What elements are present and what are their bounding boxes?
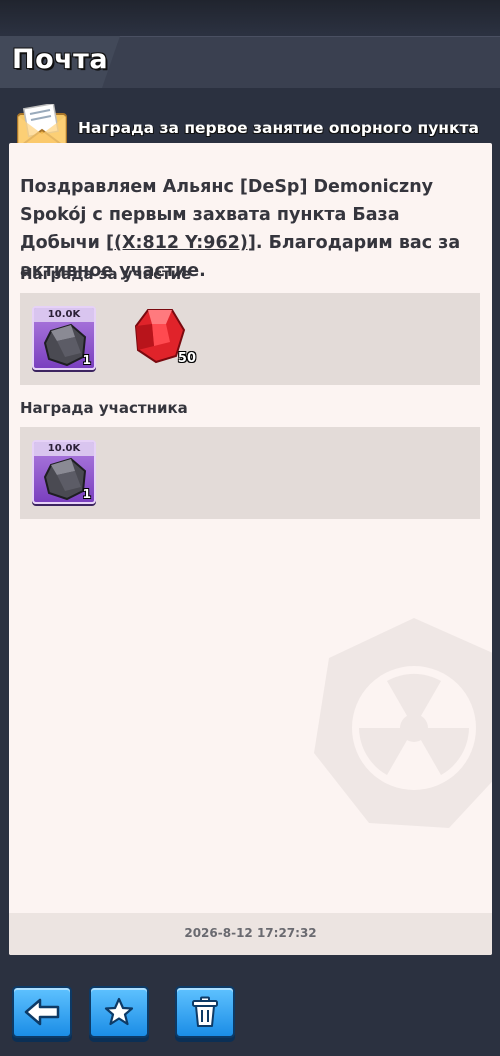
trash-icon [192,996,218,1027]
delete-button[interactable] [175,986,235,1038]
favorite-button[interactable] [89,986,149,1038]
reward-item-ore[interactable]: 10.0K 1 [32,306,96,370]
section-label-participant: Награда участника [20,399,188,417]
item-count: 1 [82,487,91,501]
item-count: 50 [177,351,196,366]
back-button[interactable] [12,986,72,1038]
mail-timestamp: 2026-8-12 17:27:32 [184,926,317,940]
reward-box-participation: 10.0K 1 50 [20,293,480,385]
page-title: Почта [12,44,109,75]
star-icon [104,997,134,1026]
section-label-participation: Награда за участие [20,265,192,283]
back-arrow-icon [24,998,60,1026]
radiation-watermark-icon [314,618,492,828]
coordinates-link[interactable]: [(X:812 Y:962)] [106,233,256,253]
mail-subject: Награда за первое занятие опорного пункт… [78,119,479,137]
item-amount-banner: 10.0K [34,442,94,456]
mail-body-panel: Поздравляем Альянс [DeSp] Demoniczny Spo… [9,143,492,955]
reward-item-gem[interactable]: 50 [132,306,196,370]
top-strip [0,0,500,34]
reward-box-participant: 10.0K 1 [20,427,480,519]
bottom-toolbar [0,965,500,1056]
item-count: 1 [82,353,91,367]
item-amount-banner: 10.0K [34,308,94,322]
reward-item-ore[interactable]: 10.0K 1 [32,440,96,504]
